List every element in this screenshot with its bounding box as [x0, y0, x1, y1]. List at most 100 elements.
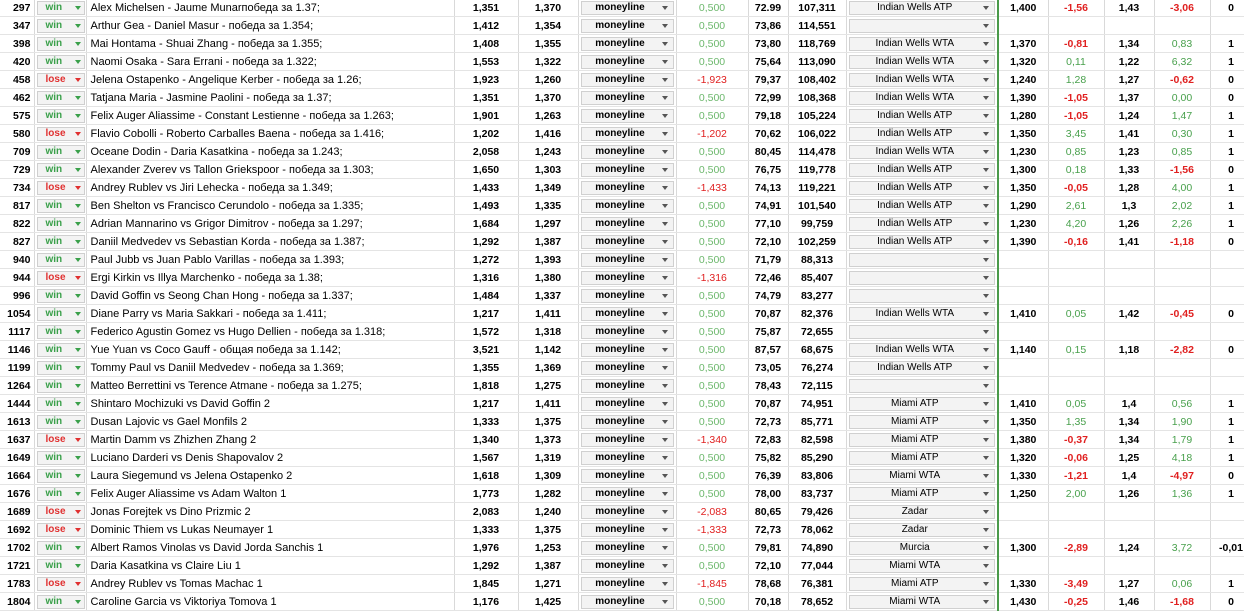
result-dropdown[interactable]: win — [36, 558, 85, 573]
result-dropdown[interactable]: lose — [36, 270, 85, 285]
market-dropdown[interactable]: moneyline — [580, 378, 674, 393]
market-dropdown[interactable]: moneyline — [580, 234, 674, 249]
tournament-dropdown[interactable]: Miami ATP — [848, 432, 995, 447]
tournament-dropdown[interactable]: Indian Wells ATP — [848, 216, 995, 231]
result-dropdown[interactable]: win — [36, 216, 85, 231]
result-dropdown[interactable]: win — [36, 288, 85, 303]
tournament-dropdown[interactable]: Indian Wells WTA — [848, 342, 995, 357]
result-dropdown[interactable]: win — [36, 1, 85, 16]
tournament-dropdown[interactable]: Indian Wells ATP — [848, 180, 995, 195]
tournament-dropdown[interactable]: Indian Wells ATP — [848, 108, 995, 123]
market-dropdown[interactable]: moneyline — [580, 72, 674, 87]
result-dropdown[interactable]: lose — [36, 576, 85, 591]
tournament-dropdown[interactable]: Indian Wells ATP — [848, 198, 995, 213]
tournament-dropdown[interactable] — [848, 324, 995, 339]
tournament-dropdown[interactable]: Miami WTA — [848, 558, 995, 573]
market-dropdown[interactable]: moneyline — [580, 360, 674, 375]
result-dropdown[interactable]: win — [36, 54, 85, 69]
market-dropdown[interactable]: moneyline — [580, 162, 674, 177]
tournament-dropdown[interactable]: Miami ATP — [848, 396, 995, 411]
result-dropdown[interactable]: win — [36, 306, 85, 321]
result-dropdown[interactable]: win — [36, 162, 85, 177]
market-dropdown[interactable]: moneyline — [580, 450, 674, 465]
result-dropdown[interactable]: win — [36, 324, 85, 339]
market-dropdown[interactable]: moneyline — [580, 594, 674, 609]
market-dropdown[interactable]: moneyline — [580, 342, 674, 357]
result-dropdown[interactable]: win — [36, 594, 85, 609]
tournament-dropdown[interactable]: Indian Wells ATP — [848, 360, 995, 375]
tournament-dropdown[interactable]: Zadar — [848, 522, 995, 537]
result-dropdown[interactable]: win — [36, 342, 85, 357]
result-dropdown[interactable]: win — [36, 468, 85, 483]
tournament-dropdown[interactable]: Zadar — [848, 504, 995, 519]
tournament-dropdown[interactable]: Miami ATP — [848, 414, 995, 429]
tournament-dropdown[interactable]: Indian Wells WTA — [848, 72, 995, 87]
market-dropdown[interactable]: moneyline — [580, 18, 674, 33]
result-dropdown[interactable]: lose — [36, 72, 85, 87]
result-dropdown[interactable]: win — [36, 144, 85, 159]
tournament-dropdown[interactable]: Miami ATP — [848, 450, 995, 465]
tournament-dropdown[interactable] — [848, 252, 995, 267]
tournament-dropdown[interactable] — [848, 18, 995, 33]
tournament-dropdown[interactable]: Indian Wells ATP — [848, 162, 995, 177]
result-dropdown[interactable]: win — [36, 450, 85, 465]
tournament-dropdown[interactable]: Murcia — [848, 540, 995, 555]
market-dropdown[interactable]: moneyline — [580, 270, 674, 285]
result-dropdown[interactable]: win — [36, 378, 85, 393]
market-dropdown[interactable]: moneyline — [580, 306, 674, 321]
market-dropdown[interactable]: moneyline — [580, 486, 674, 501]
result-dropdown[interactable]: win — [36, 360, 85, 375]
tournament-dropdown[interactable]: Miami ATP — [848, 486, 995, 501]
market-dropdown[interactable]: moneyline — [580, 540, 674, 555]
market-dropdown[interactable]: moneyline — [580, 1, 674, 15]
tournament-dropdown[interactable]: Indian Wells ATP — [848, 1, 995, 15]
result-dropdown[interactable]: win — [36, 198, 85, 213]
result-dropdown[interactable]: win — [36, 414, 85, 429]
tournament-dropdown[interactable]: Indian Wells WTA — [848, 54, 995, 69]
market-dropdown[interactable]: moneyline — [580, 414, 674, 429]
result-dropdown[interactable]: win — [36, 486, 85, 501]
result-dropdown[interactable]: lose — [36, 504, 85, 519]
tournament-dropdown[interactable]: Indian Wells ATP — [848, 126, 995, 141]
tournament-dropdown[interactable]: Indian Wells WTA — [848, 144, 995, 159]
market-dropdown[interactable]: moneyline — [580, 90, 674, 105]
market-dropdown[interactable]: moneyline — [580, 324, 674, 339]
market-dropdown[interactable]: moneyline — [580, 504, 674, 519]
market-dropdown[interactable]: moneyline — [580, 198, 674, 213]
result-dropdown[interactable]: lose — [36, 432, 85, 447]
result-dropdown[interactable]: win — [36, 540, 85, 555]
market-dropdown[interactable]: moneyline — [580, 252, 674, 267]
result-dropdown[interactable]: win — [36, 108, 85, 123]
result-dropdown[interactable]: win — [36, 234, 85, 249]
tournament-dropdown[interactable]: Indian Wells WTA — [848, 90, 995, 105]
tournament-dropdown[interactable] — [848, 270, 995, 285]
tournament-dropdown[interactable] — [848, 288, 995, 303]
market-dropdown[interactable]: moneyline — [580, 144, 674, 159]
market-dropdown[interactable]: moneyline — [580, 216, 674, 231]
result-dropdown[interactable]: win — [36, 252, 85, 267]
market-dropdown[interactable]: moneyline — [580, 396, 674, 411]
market-dropdown[interactable]: moneyline — [580, 180, 674, 195]
result-dropdown[interactable]: lose — [36, 126, 85, 141]
tournament-dropdown[interactable]: Miami ATP — [848, 576, 995, 591]
market-dropdown[interactable]: moneyline — [580, 432, 674, 447]
market-dropdown[interactable]: moneyline — [580, 522, 674, 537]
market-dropdown[interactable]: moneyline — [580, 288, 674, 303]
result-dropdown[interactable]: win — [36, 36, 85, 51]
tournament-dropdown[interactable]: Indian Wells WTA — [848, 306, 995, 321]
result-dropdown[interactable]: win — [36, 18, 85, 33]
tournament-dropdown[interactable]: Indian Wells WTA — [848, 36, 995, 51]
result-dropdown[interactable]: lose — [36, 180, 85, 195]
market-dropdown[interactable]: moneyline — [580, 108, 674, 123]
result-dropdown[interactable]: win — [36, 90, 85, 105]
tournament-dropdown[interactable] — [848, 378, 995, 393]
market-dropdown[interactable]: moneyline — [580, 36, 674, 51]
tournament-dropdown[interactable]: Indian Wells ATP — [848, 234, 995, 249]
result-dropdown[interactable]: lose — [36, 522, 85, 537]
market-dropdown[interactable]: moneyline — [580, 126, 674, 141]
market-dropdown[interactable]: moneyline — [580, 54, 674, 69]
market-dropdown[interactable]: moneyline — [580, 558, 674, 573]
tournament-dropdown[interactable]: Miami WTA — [848, 594, 995, 609]
result-dropdown[interactable]: win — [36, 396, 85, 411]
market-dropdown[interactable]: moneyline — [580, 576, 674, 591]
